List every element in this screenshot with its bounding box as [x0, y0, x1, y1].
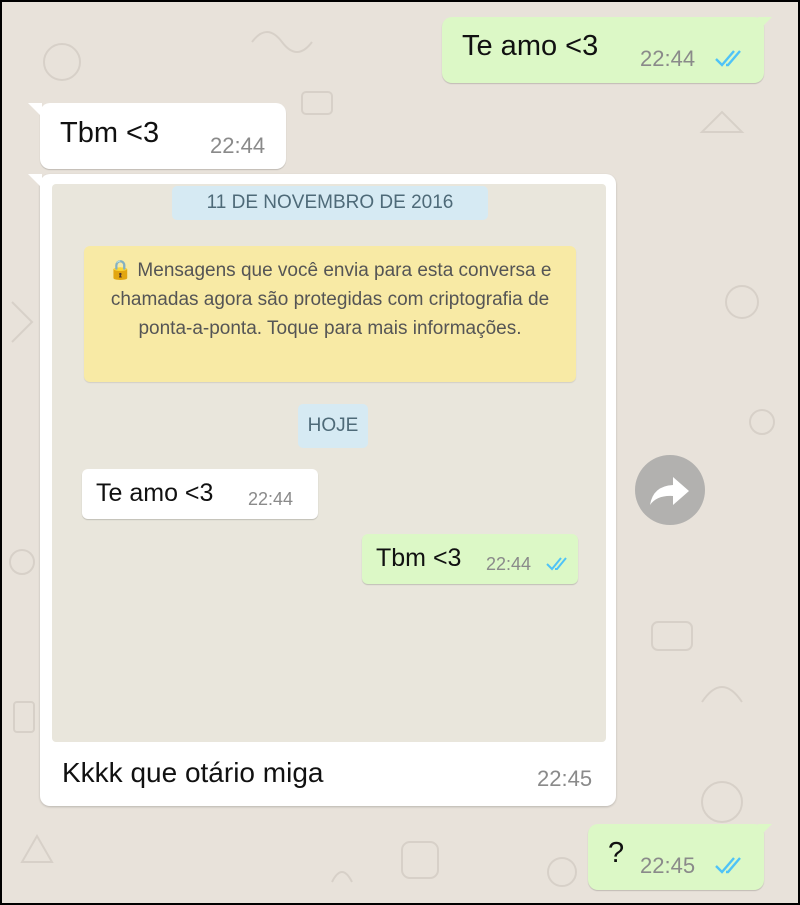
bubble-tail: [28, 103, 42, 117]
encryption-notice-text: 🔒 Mensagens que você envia para esta con…: [108, 260, 552, 339]
double-check-icon: [546, 557, 567, 571]
message-text: Tbm <3: [60, 117, 160, 149]
image-caption: Kkkk que otário miga: [62, 757, 324, 788]
image-message[interactable]: 11 DE NOVEMBRO DE 2016 🔒 Mensagens que v…: [40, 174, 616, 806]
bubble-tail: [758, 824, 772, 838]
date-chip: 11 DE NOVEMBRO DE 2016: [172, 186, 488, 220]
forward-arrow-icon: [650, 477, 689, 505]
message-text: Tbm <3: [376, 544, 462, 572]
double-check-icon: [715, 50, 741, 67]
double-check-icon: [715, 857, 741, 874]
message-time: 22:44: [486, 554, 532, 574]
chat-view: Te amo <3 22:44 Tbm <3 22:44 11 DE NOVEM…: [0, 0, 800, 905]
incoming-message[interactable]: Tbm <3 22:44: [40, 103, 286, 169]
outgoing-message[interactable]: ? 22:45: [588, 824, 764, 890]
encryption-notice[interactable]: 🔒 Mensagens que você envia para esta con…: [84, 246, 576, 382]
bubble-tail: [758, 17, 772, 31]
forward-button[interactable]: [635, 455, 705, 525]
today-chip: HOJE: [298, 404, 368, 448]
message-time: 22:45: [640, 853, 696, 878]
message-text: Te amo <3: [96, 479, 214, 507]
message-text: ?: [608, 837, 625, 869]
incoming-message: Te amo <3 22:44: [82, 469, 318, 519]
outgoing-message[interactable]: Te amo <3 22:44: [442, 17, 764, 83]
outgoing-message: Tbm <3 22:44: [362, 534, 578, 584]
bubble-tail: [28, 174, 42, 188]
shared-screenshot-image[interactable]: 11 DE NOVEMBRO DE 2016 🔒 Mensagens que v…: [52, 184, 606, 742]
message-time: 22:44: [248, 489, 294, 509]
message-time: 22:45: [537, 766, 593, 791]
message-time: 22:44: [640, 46, 696, 71]
message-time: 22:44: [210, 133, 266, 158]
message-text: Te amo <3: [462, 30, 599, 62]
